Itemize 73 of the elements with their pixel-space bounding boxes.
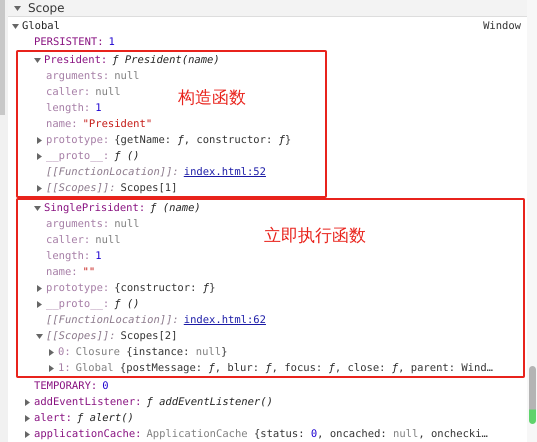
property-name: length: (46, 102, 90, 114)
property-value: ƒ () (114, 298, 140, 310)
property-value: {constructor: ƒ} (114, 282, 216, 294)
source-link[interactable]: index.html:52 (184, 166, 266, 178)
triangle-right-icon[interactable] (36, 184, 43, 192)
annotation-label: 构造函数 (178, 87, 246, 109)
triangle-right-icon[interactable] (24, 398, 31, 406)
property-value: 0 (102, 380, 109, 392)
property-name: [[Scopes]]: (46, 182, 116, 194)
property-value: 1 (108, 36, 115, 48)
property-value: null (95, 86, 121, 98)
property-name: 0: (58, 346, 71, 358)
property-value: "President" (82, 118, 152, 130)
property-value: ƒ President(name) (112, 54, 220, 66)
triangle-right-icon[interactable] (36, 152, 43, 160)
property-name: SinglePrisident: (44, 202, 146, 214)
property-name: President: (44, 54, 108, 66)
property-name: [[FunctionLocation]]: (46, 314, 179, 326)
property-value: ƒ (name) (150, 202, 201, 214)
property-name: caller: (46, 234, 90, 246)
triangle-down-icon[interactable] (12, 22, 19, 30)
property-name: PERSISTENT: (34, 36, 104, 48)
property-name: [[FunctionLocation]]: (46, 166, 179, 178)
property-name: addEventListener: (34, 396, 142, 408)
property-name: prototype: (46, 134, 110, 146)
property-value: Scopes[1] (120, 182, 178, 194)
property-value: ƒ alert() (76, 412, 134, 424)
property-name: prototype: (46, 282, 110, 294)
triangle-down-icon[interactable] (34, 204, 41, 212)
triangle-down-icon[interactable] (36, 332, 43, 340)
property-value: null (114, 218, 140, 230)
scope-name: Global (22, 20, 60, 32)
property-value: Closure {instance: null} (76, 346, 228, 358)
property-value: Scopes[2] (120, 330, 178, 342)
property-name: applicationCache: (34, 428, 142, 440)
property-value: Global {postMessage: ƒ, blur: ƒ, focus: ƒ, close: ƒ, parent: Wind… (76, 362, 493, 374)
property-value: 1 (95, 102, 102, 114)
property-name: __proto__: (46, 298, 110, 310)
property-name: name: (46, 266, 78, 278)
property-name: __proto__: (46, 150, 110, 162)
scrollbar-thumb[interactable] (528, 366, 536, 424)
annotation-label: 立即执行函数 (264, 225, 366, 247)
property-name: alert: (34, 412, 72, 424)
triangle-right-icon[interactable] (24, 430, 31, 438)
triangle-right-icon[interactable] (36, 136, 43, 144)
source-link[interactable]: index.html:62 (184, 314, 266, 326)
property-name: arguments: (46, 70, 110, 82)
property-name: [[Scopes]]: (46, 330, 116, 342)
property-value: 1 (95, 250, 102, 262)
property-value: "" (82, 266, 96, 278)
property-name: TEMPORARY: (34, 380, 98, 392)
triangle-right-icon[interactable] (24, 414, 31, 422)
triangle-down-icon[interactable] (34, 56, 41, 64)
property-value: ApplicationCache {status: 0, oncached: null, onchecki… (146, 428, 488, 440)
property-name: name: (46, 118, 78, 130)
triangle-right-icon[interactable] (48, 364, 55, 372)
section-title: Scope (28, 1, 65, 15)
property-name: 1: (58, 362, 71, 374)
property-name: length: (46, 250, 90, 262)
scope-section-header[interactable]: Scope (8, 0, 527, 17)
property-value: null (95, 234, 121, 246)
property-value: ƒ addEventListener() (146, 396, 273, 408)
triangle-right-icon[interactable] (36, 300, 43, 308)
property-name: caller: (46, 86, 90, 98)
triangle-right-icon[interactable] (48, 348, 55, 356)
property-value: null (114, 70, 140, 82)
property-name: arguments: (46, 218, 110, 230)
triangle-down-icon[interactable] (14, 4, 21, 12)
property-value: ƒ () (114, 150, 140, 162)
property-value: Window (483, 20, 521, 32)
triangle-right-icon[interactable] (36, 284, 43, 292)
property-value: {getName: ƒ, constructor: ƒ} (114, 134, 292, 146)
scrollbar-thumb[interactable] (0, 0, 5, 115)
